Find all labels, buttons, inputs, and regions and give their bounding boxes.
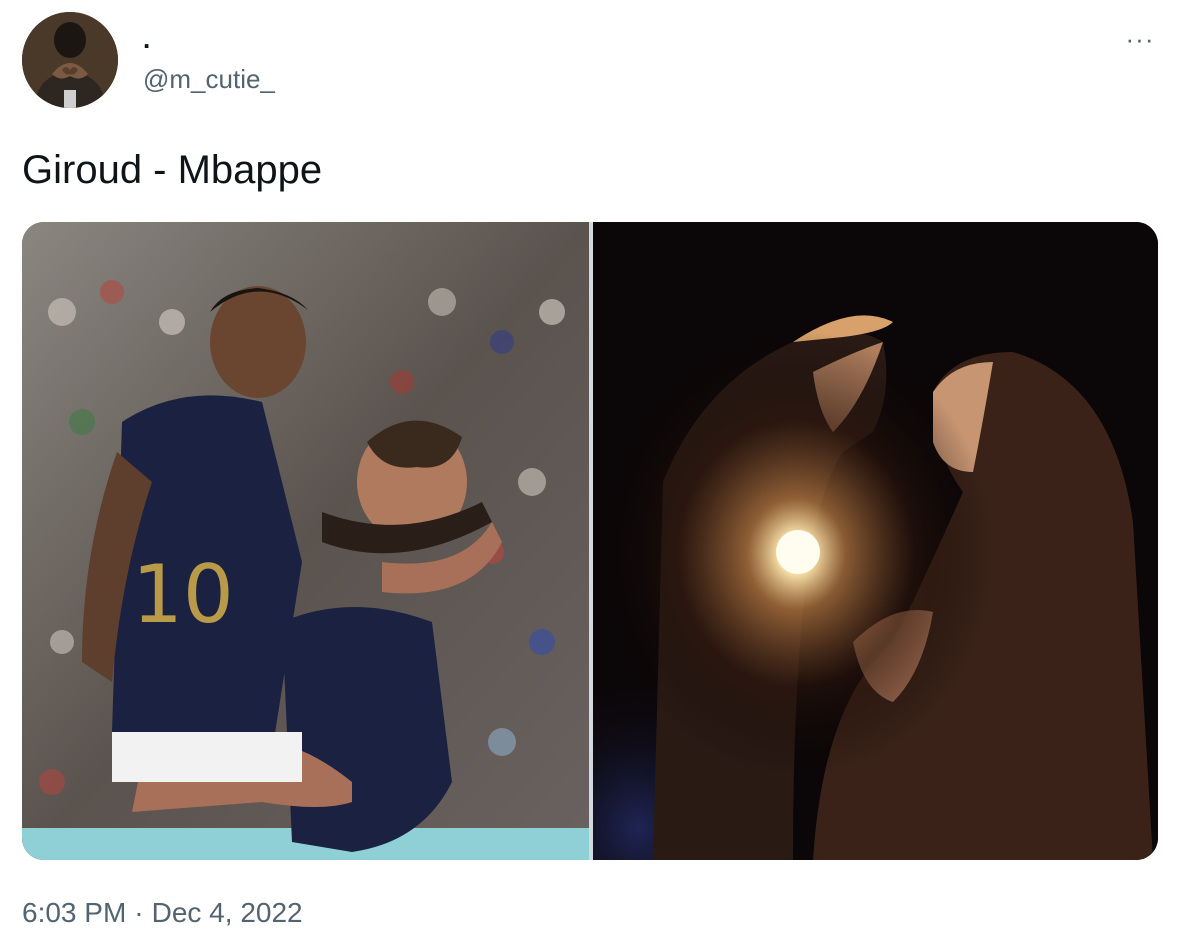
football-photo-image: 10 <box>22 222 589 860</box>
tweet-time: 6:03 PM <box>22 897 127 928</box>
tweet-date: Dec 4, 2022 <box>151 897 303 928</box>
author-display-name[interactable]: . <box>143 24 150 54</box>
photo-football-celebration[interactable]: 10 <box>22 222 589 860</box>
couple-photo-image <box>593 222 1158 860</box>
avatar[interactable] <box>22 12 118 108</box>
tweet-card: . @m_cutie_ ··· Giroud - Mbappe 10 6:03 … <box>0 0 1200 949</box>
tweet-timestamp[interactable]: 6:03 PM · Dec 4, 2022 <box>22 896 303 930</box>
media-grid: 10 <box>22 222 1158 860</box>
tweet-text: Giroud - Mbappe <box>22 148 323 192</box>
svg-text:10: 10 <box>132 548 234 641</box>
more-horizontal-icon[interactable]: ··· <box>1118 24 1162 54</box>
avatar-image <box>22 12 118 108</box>
author-handle[interactable]: @m_cutie_ <box>143 64 275 94</box>
photo-couple-with-light[interactable] <box>593 222 1158 860</box>
timestamp-separator: · <box>134 897 144 928</box>
